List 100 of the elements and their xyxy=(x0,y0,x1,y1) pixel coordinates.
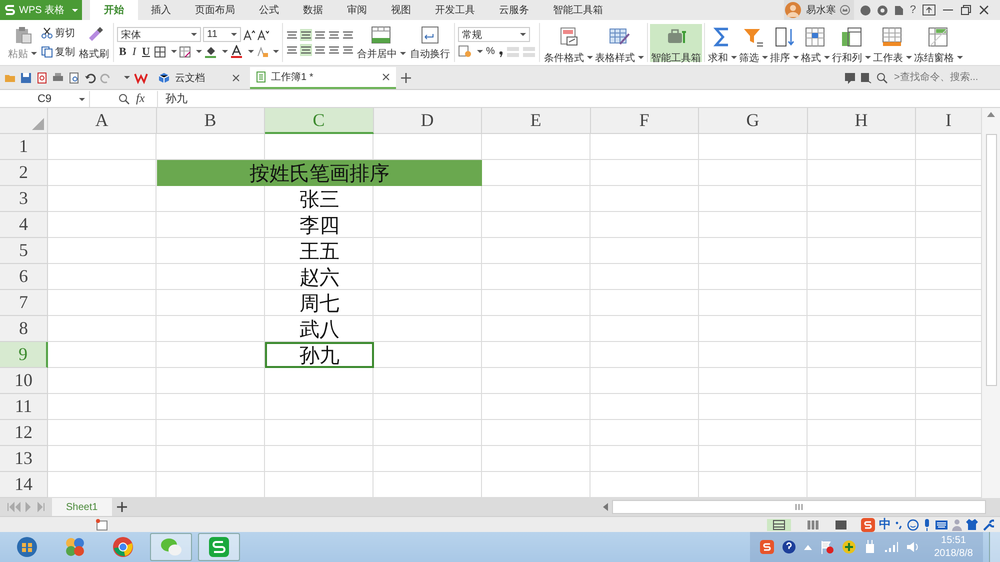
flag-icon[interactable] xyxy=(820,540,834,554)
number-format-dropdown[interactable]: 常规 xyxy=(458,27,530,42)
increase-indent-icon[interactable] xyxy=(342,29,354,41)
add-tab-icon[interactable] xyxy=(400,72,412,84)
menu-tab[interactable]: 页面布局 xyxy=(184,0,246,20)
justify-icon[interactable] xyxy=(328,44,340,56)
format-painter-button[interactable]: 格式刷 xyxy=(78,24,110,62)
row-header[interactable]: 1 xyxy=(0,134,48,160)
page-break-view-icon[interactable] xyxy=(807,520,819,530)
merge-center-button[interactable]: 合并居中 xyxy=(356,24,407,62)
borders-icon[interactable] xyxy=(154,46,166,58)
normal-view-button[interactable] xyxy=(767,518,791,530)
name-box[interactable]: C9 xyxy=(0,90,90,106)
save-icon[interactable] xyxy=(20,72,32,84)
wps-logo-icon[interactable] xyxy=(134,72,148,84)
taskbar-button[interactable] xyxy=(198,533,240,561)
selected-cell[interactable]: 孙九 xyxy=(265,342,374,368)
scroll-left-icon[interactable] xyxy=(602,503,608,511)
menu-tab[interactable]: 审阅 xyxy=(336,0,378,20)
pdf-icon[interactable] xyxy=(36,72,48,84)
column-header[interactable]: B xyxy=(156,108,265,134)
menu-tab[interactable]: 云服务 xyxy=(488,0,540,20)
italic-button[interactable]: I xyxy=(130,46,138,58)
feedback-icon[interactable] xyxy=(844,72,856,84)
align-bottom-icon[interactable] xyxy=(314,29,326,41)
table-cell[interactable]: 李四 xyxy=(265,212,374,238)
zoom-icon[interactable] xyxy=(118,92,130,104)
table-cell[interactable]: 周七 xyxy=(265,290,374,316)
align-left-icon[interactable] xyxy=(286,44,298,56)
align-middle-icon[interactable] xyxy=(300,29,312,41)
shrink-font-icon[interactable] xyxy=(257,28,269,40)
column-header[interactable]: H xyxy=(808,108,916,134)
column-header[interactable]: E xyxy=(482,108,590,134)
ribbon-tool-button[interactable]: 筛选 xyxy=(738,24,769,62)
row-header[interactable]: 13 xyxy=(0,446,48,472)
clear-format-icon[interactable] xyxy=(256,46,268,58)
ribbon-tool-button[interactable]: 智能工具箱 xyxy=(650,24,702,62)
customize-caret-icon[interactable] xyxy=(124,76,130,79)
horizontal-scrollbar[interactable] xyxy=(612,500,986,514)
shirt-icon[interactable] xyxy=(966,519,978,530)
column-header[interactable]: G xyxy=(699,108,808,134)
column-header[interactable]: F xyxy=(590,108,699,134)
ribbon-tool-button[interactable]: 行和列 xyxy=(830,24,872,62)
menu-tab[interactable]: 开发工具 xyxy=(424,0,486,20)
fill-color-icon[interactable] xyxy=(204,45,217,58)
table-cell[interactable]: 武八 xyxy=(265,316,374,342)
close-icon[interactable] xyxy=(978,4,990,16)
distribute-icon[interactable] xyxy=(342,44,354,56)
input-method-tray-icon[interactable] xyxy=(760,540,774,554)
menu-tab[interactable]: 视图 xyxy=(380,0,422,20)
font-size-dropdown[interactable]: 11 xyxy=(203,27,241,42)
keyboard-icon[interactable] xyxy=(935,520,948,530)
underline-button[interactable]: U xyxy=(140,46,152,58)
document-tab[interactable]: 云文档 xyxy=(152,67,246,89)
grow-font-icon[interactable] xyxy=(243,28,255,40)
row-header[interactable]: 7 xyxy=(0,290,48,316)
column-header[interactable]: I xyxy=(916,108,982,134)
skin-icon[interactable] xyxy=(860,4,871,16)
paste-button[interactable]: 粘贴 xyxy=(7,24,38,62)
vertical-scrollbar[interactable] xyxy=(981,108,1000,498)
row-header[interactable]: 12 xyxy=(0,420,48,446)
document-tab[interactable]: 工作簿1 * xyxy=(250,67,396,89)
print-preview-icon[interactable] xyxy=(68,72,80,84)
scroll-thumb[interactable] xyxy=(986,134,996,386)
ribbon-tool-button[interactable]: 格式 xyxy=(800,24,831,62)
print-icon[interactable] xyxy=(52,72,64,84)
emoji-icon[interactable] xyxy=(907,518,919,530)
input-mode-toggle[interactable]: 中 xyxy=(879,516,891,533)
font-name-dropdown[interactable]: 宋体 xyxy=(117,27,201,42)
ribbon-tool-button[interactable]: 排序 xyxy=(768,24,800,62)
align-center-icon[interactable] xyxy=(300,44,312,56)
page-layout-view-icon[interactable] xyxy=(835,520,847,530)
ribbon-tool-button[interactable]: 冻结窗格 xyxy=(912,24,964,62)
percent-button[interactable]: % xyxy=(484,45,496,58)
function-button[interactable]: fx xyxy=(136,91,145,106)
restore-icon[interactable] xyxy=(960,4,972,16)
font-color-icon[interactable] xyxy=(230,45,243,58)
plus-circle-icon[interactable] xyxy=(842,540,856,554)
document-icon[interactable] xyxy=(894,4,904,16)
decrease-indent-icon[interactable] xyxy=(328,29,340,41)
close-icon[interactable] xyxy=(232,74,240,82)
row-header[interactable]: 11 xyxy=(0,394,48,420)
sheet-tab[interactable]: Sheet1 xyxy=(52,498,112,516)
row-header[interactable]: 2 xyxy=(0,160,48,186)
undo-icon[interactable] xyxy=(84,72,96,84)
window-list-icon[interactable] xyxy=(860,72,872,84)
formula-field[interactable]: 孙九 xyxy=(156,90,1000,106)
row-header[interactable]: 6 xyxy=(0,264,48,290)
table-cell[interactable]: 赵六 xyxy=(265,264,374,290)
wrench-icon[interactable] xyxy=(982,518,994,530)
row-header[interactable]: 4 xyxy=(0,212,48,238)
microphone-icon[interactable] xyxy=(923,518,931,530)
align-right-icon[interactable] xyxy=(314,44,326,56)
column-header[interactable]: D xyxy=(374,108,482,134)
row-header[interactable]: 10 xyxy=(0,368,48,394)
menu-tab[interactable]: 开始 xyxy=(90,0,138,20)
settings-icon[interactable] xyxy=(876,4,888,16)
row-header[interactable]: 8 xyxy=(0,316,48,342)
wrap-text-button[interactable]: 自动换行 xyxy=(408,24,451,62)
search-icon[interactable] xyxy=(876,72,888,84)
